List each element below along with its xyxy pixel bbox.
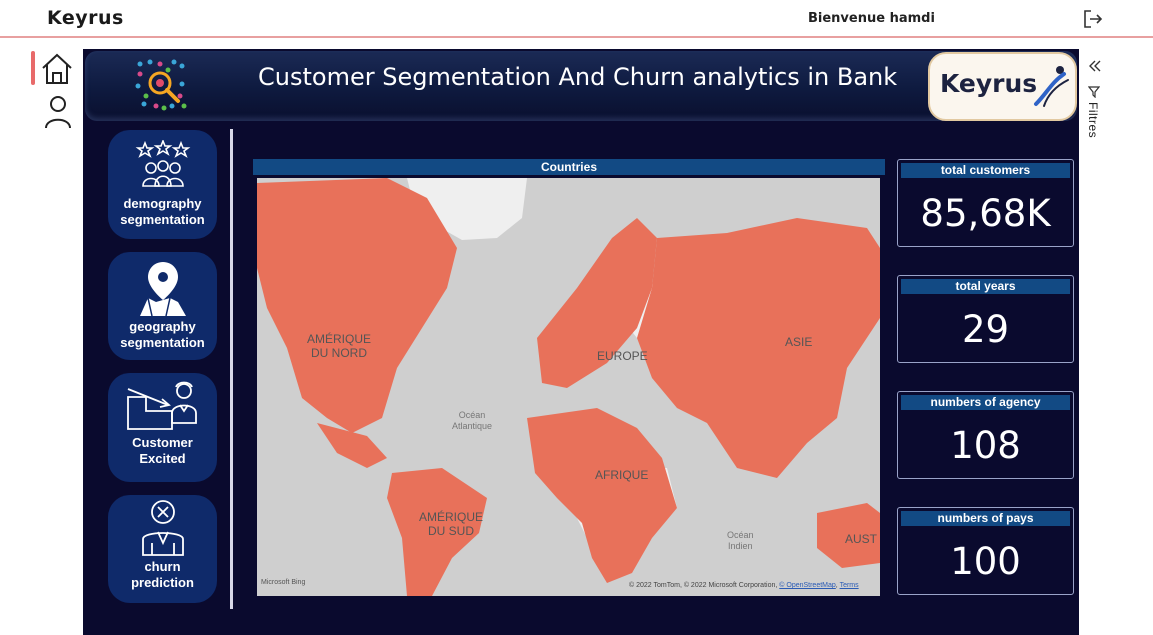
copyright-text: © 2022 TomTom, © 2022 Microsoft Corporat… xyxy=(629,582,778,589)
kpi-value: 29 xyxy=(961,308,1010,351)
app-rail xyxy=(0,40,83,635)
world-map-shapes xyxy=(257,178,880,596)
nav-divider xyxy=(230,129,233,609)
nav-label-line1: Customer xyxy=(132,435,193,450)
kpi-value: 108 xyxy=(950,424,1021,467)
double-chevron-left-icon[interactable] xyxy=(1087,58,1103,74)
label-atlantic-ocean: Océan Atlantique xyxy=(452,410,493,431)
label-africa: AFRIQUE xyxy=(595,468,649,482)
nav-label-line1: geography xyxy=(129,319,196,334)
north-america-shape xyxy=(257,178,457,433)
countries-map[interactable]: AMÉRIQUE DU NORD AMÉRIQUE DU SUD EUROPE … xyxy=(257,178,880,596)
kpi-numbers-of-pays: numbers of pays 100 xyxy=(897,507,1074,595)
terms-link[interactable]: Terms xyxy=(840,582,859,589)
nav-geography-segmentation[interactable]: geography segmentation xyxy=(108,252,217,360)
nav-label-line2: segmentation xyxy=(120,212,205,227)
home-icon[interactable] xyxy=(40,52,74,86)
nav-customer-excited[interactable]: Customer Excited xyxy=(108,373,217,482)
kpi-total-customers: total customers 85,68K xyxy=(897,159,1074,247)
kpi-value: 85,68K xyxy=(920,192,1051,235)
nav-label-line2: Excited xyxy=(139,451,186,466)
label-south-america: AMÉRIQUE DU SUD xyxy=(419,510,484,538)
nav-label-line2: segmentation xyxy=(120,335,205,350)
funnel-icon xyxy=(1088,86,1100,98)
logout-icon[interactable] xyxy=(1082,8,1104,30)
keyrus-logo-text: Keyrus xyxy=(940,69,1038,98)
kpi-title: total customers xyxy=(901,163,1070,178)
nav-label-line1: churn xyxy=(144,559,181,574)
map-attribution: © 2022 TomTom, © 2022 Microsoft Corporat… xyxy=(629,582,859,589)
welcome-text: Bienvenue hamdi xyxy=(808,11,935,26)
asia-shape xyxy=(637,218,880,478)
map-title: Countries xyxy=(253,159,885,175)
label-europe: EUROPE xyxy=(597,349,648,363)
nav-churn-prediction[interactable]: churn prediction xyxy=(108,495,217,603)
churn-person-icon xyxy=(142,500,184,556)
user-icon[interactable] xyxy=(44,95,72,129)
top-bar xyxy=(0,0,1153,38)
nav-label-line1: demography xyxy=(123,196,202,211)
filters-label[interactable]: Filtres xyxy=(1086,102,1100,138)
nav-label-line2: prediction xyxy=(131,575,194,590)
map-pin-icon xyxy=(140,262,186,317)
label-indian-ocean: Océan Indien xyxy=(727,530,754,551)
africa-shape xyxy=(527,408,677,583)
label-north-america: AMÉRIQUE DU NORD xyxy=(307,332,372,360)
kpi-total-years: total years 29 xyxy=(897,275,1074,363)
users-stars-icon xyxy=(135,140,191,187)
label-asia: ASIE xyxy=(785,335,813,349)
customer-exit-icon xyxy=(127,381,197,430)
osm-link[interactable]: © OpenStreetMap xyxy=(779,582,836,589)
kpi-numbers-of-agency: numbers of agency 108 xyxy=(897,391,1074,479)
keyrus-swoosh-icon xyxy=(1034,66,1069,107)
kpi-value: 100 xyxy=(950,540,1021,583)
kpi-title: total years xyxy=(901,279,1070,294)
label-australia: AUST xyxy=(845,532,878,546)
report-title: Customer Segmentation And Churn analytic… xyxy=(258,63,898,91)
nav-demography-segmentation[interactable]: demography segmentation xyxy=(108,130,217,239)
kpi-title: numbers of agency xyxy=(901,395,1070,410)
bing-logo: Microsoft Bing xyxy=(261,579,306,586)
segmentation-magnifier-icon xyxy=(135,59,187,111)
kpi-title: numbers of pays xyxy=(901,511,1070,526)
active-indicator xyxy=(31,51,35,85)
brand-logo: Keyrus xyxy=(47,7,124,29)
